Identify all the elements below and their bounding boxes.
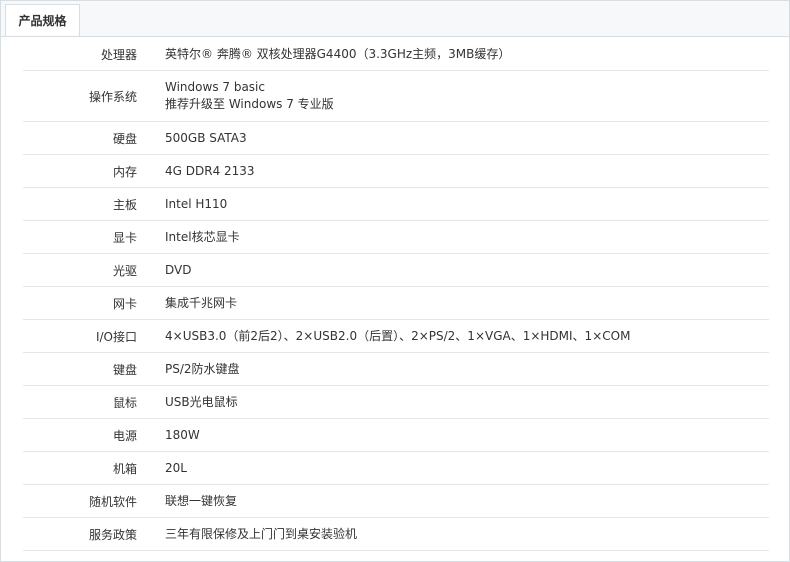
tab-bar: 产品规格: [1, 1, 789, 37]
spec-row: 机箱 20L: [23, 451, 769, 485]
spec-value: 500GB SATA3: [143, 121, 769, 155]
spec-label: 服务政策: [23, 517, 143, 551]
spec-table: 处理器 英特尔® 奔腾® 双核处理器G4400（3.3GHz主频，3MB缓存） …: [23, 38, 769, 551]
spec-value: Intel核芯显卡: [143, 220, 769, 254]
spec-row: 鼠标 USB光电鼠标: [23, 385, 769, 419]
spec-row: 显卡 Intel核芯显卡: [23, 220, 769, 254]
spec-value: 180W: [143, 418, 769, 452]
spec-value: 三年有限保修及上门门到桌安装验机: [143, 517, 769, 551]
spec-value: PS/2防水键盘: [143, 352, 769, 386]
spec-value-line: 推荐升级至 Windows 7 专业版: [165, 97, 334, 111]
spec-row: 硬盘 500GB SATA3: [23, 121, 769, 155]
spec-label: 硬盘: [23, 121, 143, 155]
spec-row: 服务政策 三年有限保修及上门门到桌安装验机: [23, 517, 769, 551]
spec-value: 联想一键恢复: [143, 484, 769, 518]
spec-value-line: Windows 7 basic: [165, 80, 265, 94]
spec-label: 操作系统: [23, 70, 143, 122]
spec-label: 主板: [23, 187, 143, 221]
spec-value: Windows 7 basic 推荐升级至 Windows 7 专业版: [143, 70, 769, 122]
spec-label: 电源: [23, 418, 143, 452]
spec-row: 网卡 集成千兆网卡: [23, 286, 769, 320]
spec-row: 键盘 PS/2防水键盘: [23, 352, 769, 386]
spec-label: 键盘: [23, 352, 143, 386]
spec-value: 20L: [143, 451, 769, 485]
product-spec-panel: 产品规格 处理器 英特尔® 奔腾® 双核处理器G4400（3.3GHz主频，3M…: [0, 0, 790, 562]
spec-row: 光驱 DVD: [23, 253, 769, 287]
spec-row: 随机软件 联想一键恢复: [23, 484, 769, 518]
spec-row: 处理器 英特尔® 奔腾® 双核处理器G4400（3.3GHz主频，3MB缓存）: [23, 38, 769, 71]
spec-value: 集成千兆网卡: [143, 286, 769, 320]
spec-value: USB光电鼠标: [143, 385, 769, 419]
spec-row: 内存 4G DDR4 2133: [23, 154, 769, 188]
spec-label: 鼠标: [23, 385, 143, 419]
spec-label: 随机软件: [23, 484, 143, 518]
spec-label: I/O接口: [23, 319, 143, 353]
spec-label: 内存: [23, 154, 143, 188]
spec-value: DVD: [143, 253, 769, 287]
spec-row: 主板 Intel H110: [23, 187, 769, 221]
spec-value: 英特尔® 奔腾® 双核处理器G4400（3.3GHz主频，3MB缓存）: [143, 38, 769, 71]
spec-row: 操作系统 Windows 7 basic 推荐升级至 Windows 7 专业版: [23, 70, 769, 122]
spec-value: 4G DDR4 2133: [143, 154, 769, 188]
spec-label: 机箱: [23, 451, 143, 485]
spec-row: 电源 180W: [23, 418, 769, 452]
spec-label: 显卡: [23, 220, 143, 254]
spec-label: 光驱: [23, 253, 143, 287]
spec-value: 4×USB3.0（前2后2）、2×USB2.0（后置）、2×PS/2、1×VGA…: [143, 319, 769, 353]
spec-label: 网卡: [23, 286, 143, 320]
spec-value: Intel H110: [143, 187, 769, 221]
tab-product-specs[interactable]: 产品规格: [5, 4, 80, 36]
spec-row: I/O接口 4×USB3.0（前2后2）、2×USB2.0（后置）、2×PS/2…: [23, 319, 769, 353]
spec-label: 处理器: [23, 38, 143, 71]
